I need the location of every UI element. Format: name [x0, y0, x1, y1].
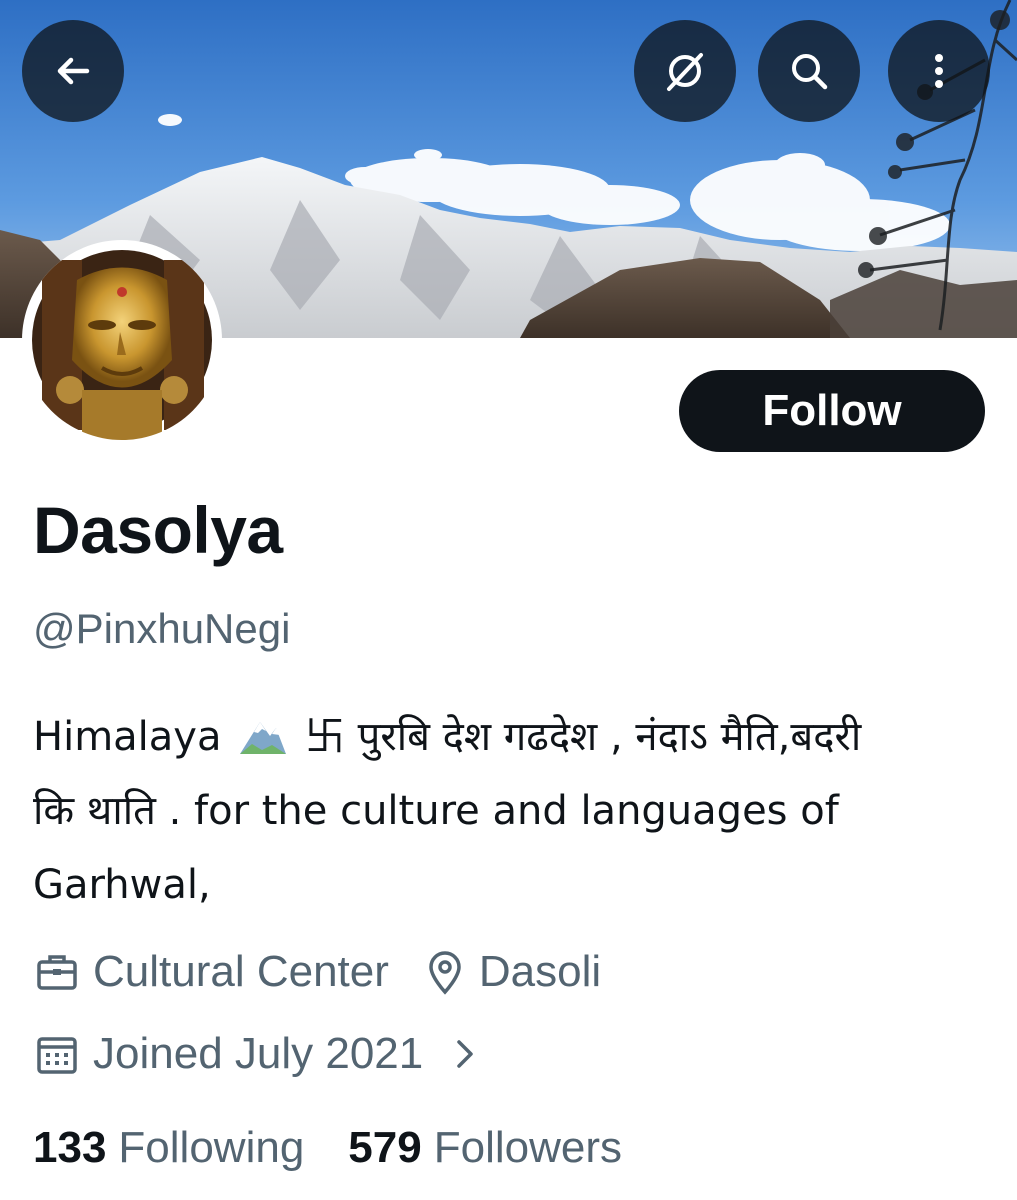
following-label: Following [118, 1123, 305, 1172]
avatar-image [32, 250, 212, 440]
search-icon [792, 54, 828, 90]
back-button[interactable] [22, 20, 124, 122]
display-name: Dasolya [33, 493, 283, 567]
bio-text-line-1: Himalaya 卐 पुरबि देश गढदेश , नंदाऽ मैति,… [33, 714, 862, 760]
user-handle: @PinxhuNegi [33, 605, 291, 652]
grok-icon [667, 53, 703, 91]
followers-count: 579 [348, 1123, 422, 1172]
arrow-left-icon [57, 57, 90, 85]
grok-button[interactable] [634, 20, 736, 122]
avatar[interactable] [22, 240, 222, 440]
chevron-right-icon [457, 1040, 473, 1068]
follow-button[interactable]: Follow [679, 370, 985, 452]
more-options-button[interactable] [888, 20, 990, 122]
profile-meta-row: Cultural Center Dasoli [33, 944, 601, 1000]
followers-link[interactable]: 579 Followers [348, 1120, 622, 1176]
followers-label: Followers [433, 1123, 622, 1172]
following-count: 133 [33, 1123, 107, 1172]
bio-line: Himalaya 卐 पुरबि देश गढदेश , नंदाऽ मैति,… [33, 700, 983, 774]
snow-capped-mountain-icon [240, 722, 287, 754]
briefcase-icon [37, 955, 77, 990]
joined-row[interactable]: Joined July 2021 [33, 1026, 485, 1082]
location-pin-icon [429, 951, 461, 995]
following-link[interactable]: 133 Following [33, 1120, 304, 1176]
more-vertical-icon [935, 54, 943, 88]
bio-line: कि थाति . for the culture and languages … [33, 788, 839, 834]
professional-category: Cultural Center [93, 947, 389, 996]
location: Dasoli [478, 947, 602, 996]
follow-stats: 133 Following 579 Followers [33, 1120, 622, 1176]
joined-date: Joined July 2021 [93, 1029, 424, 1078]
search-button[interactable] [758, 20, 860, 122]
bio-line: Garhwal, [33, 862, 211, 908]
bio: Himalaya 卐 पुरबि देश गढदेश , नंदाऽ मैति,… [33, 700, 983, 922]
calendar-icon [37, 1037, 77, 1074]
